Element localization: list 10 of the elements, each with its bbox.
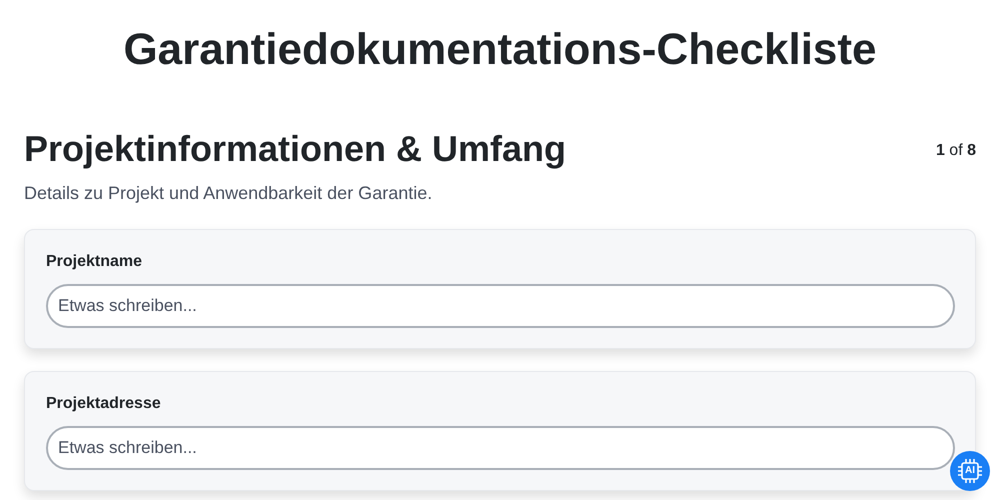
text-input-field[interactable]: Etwas schreiben... <box>46 284 955 328</box>
ai-assistant-button[interactable]: AI <box>950 451 990 491</box>
step-counter: 1 of 8 <box>936 140 976 161</box>
field-label: Projektadresse <box>46 394 162 414</box>
section-heading: Projektinformationen & Umfang <box>24 126 566 170</box>
field-label: Projektname <box>46 252 144 272</box>
page-title: Garantiedokumentations-Checkliste <box>122 24 878 76</box>
text-input-field[interactable]: Etwas schreiben... <box>46 426 955 470</box>
chip-icon <box>957 458 983 484</box>
section-description: Details zu Projekt und Anwendbarkeit der Garantie. <box>24 182 434 205</box>
